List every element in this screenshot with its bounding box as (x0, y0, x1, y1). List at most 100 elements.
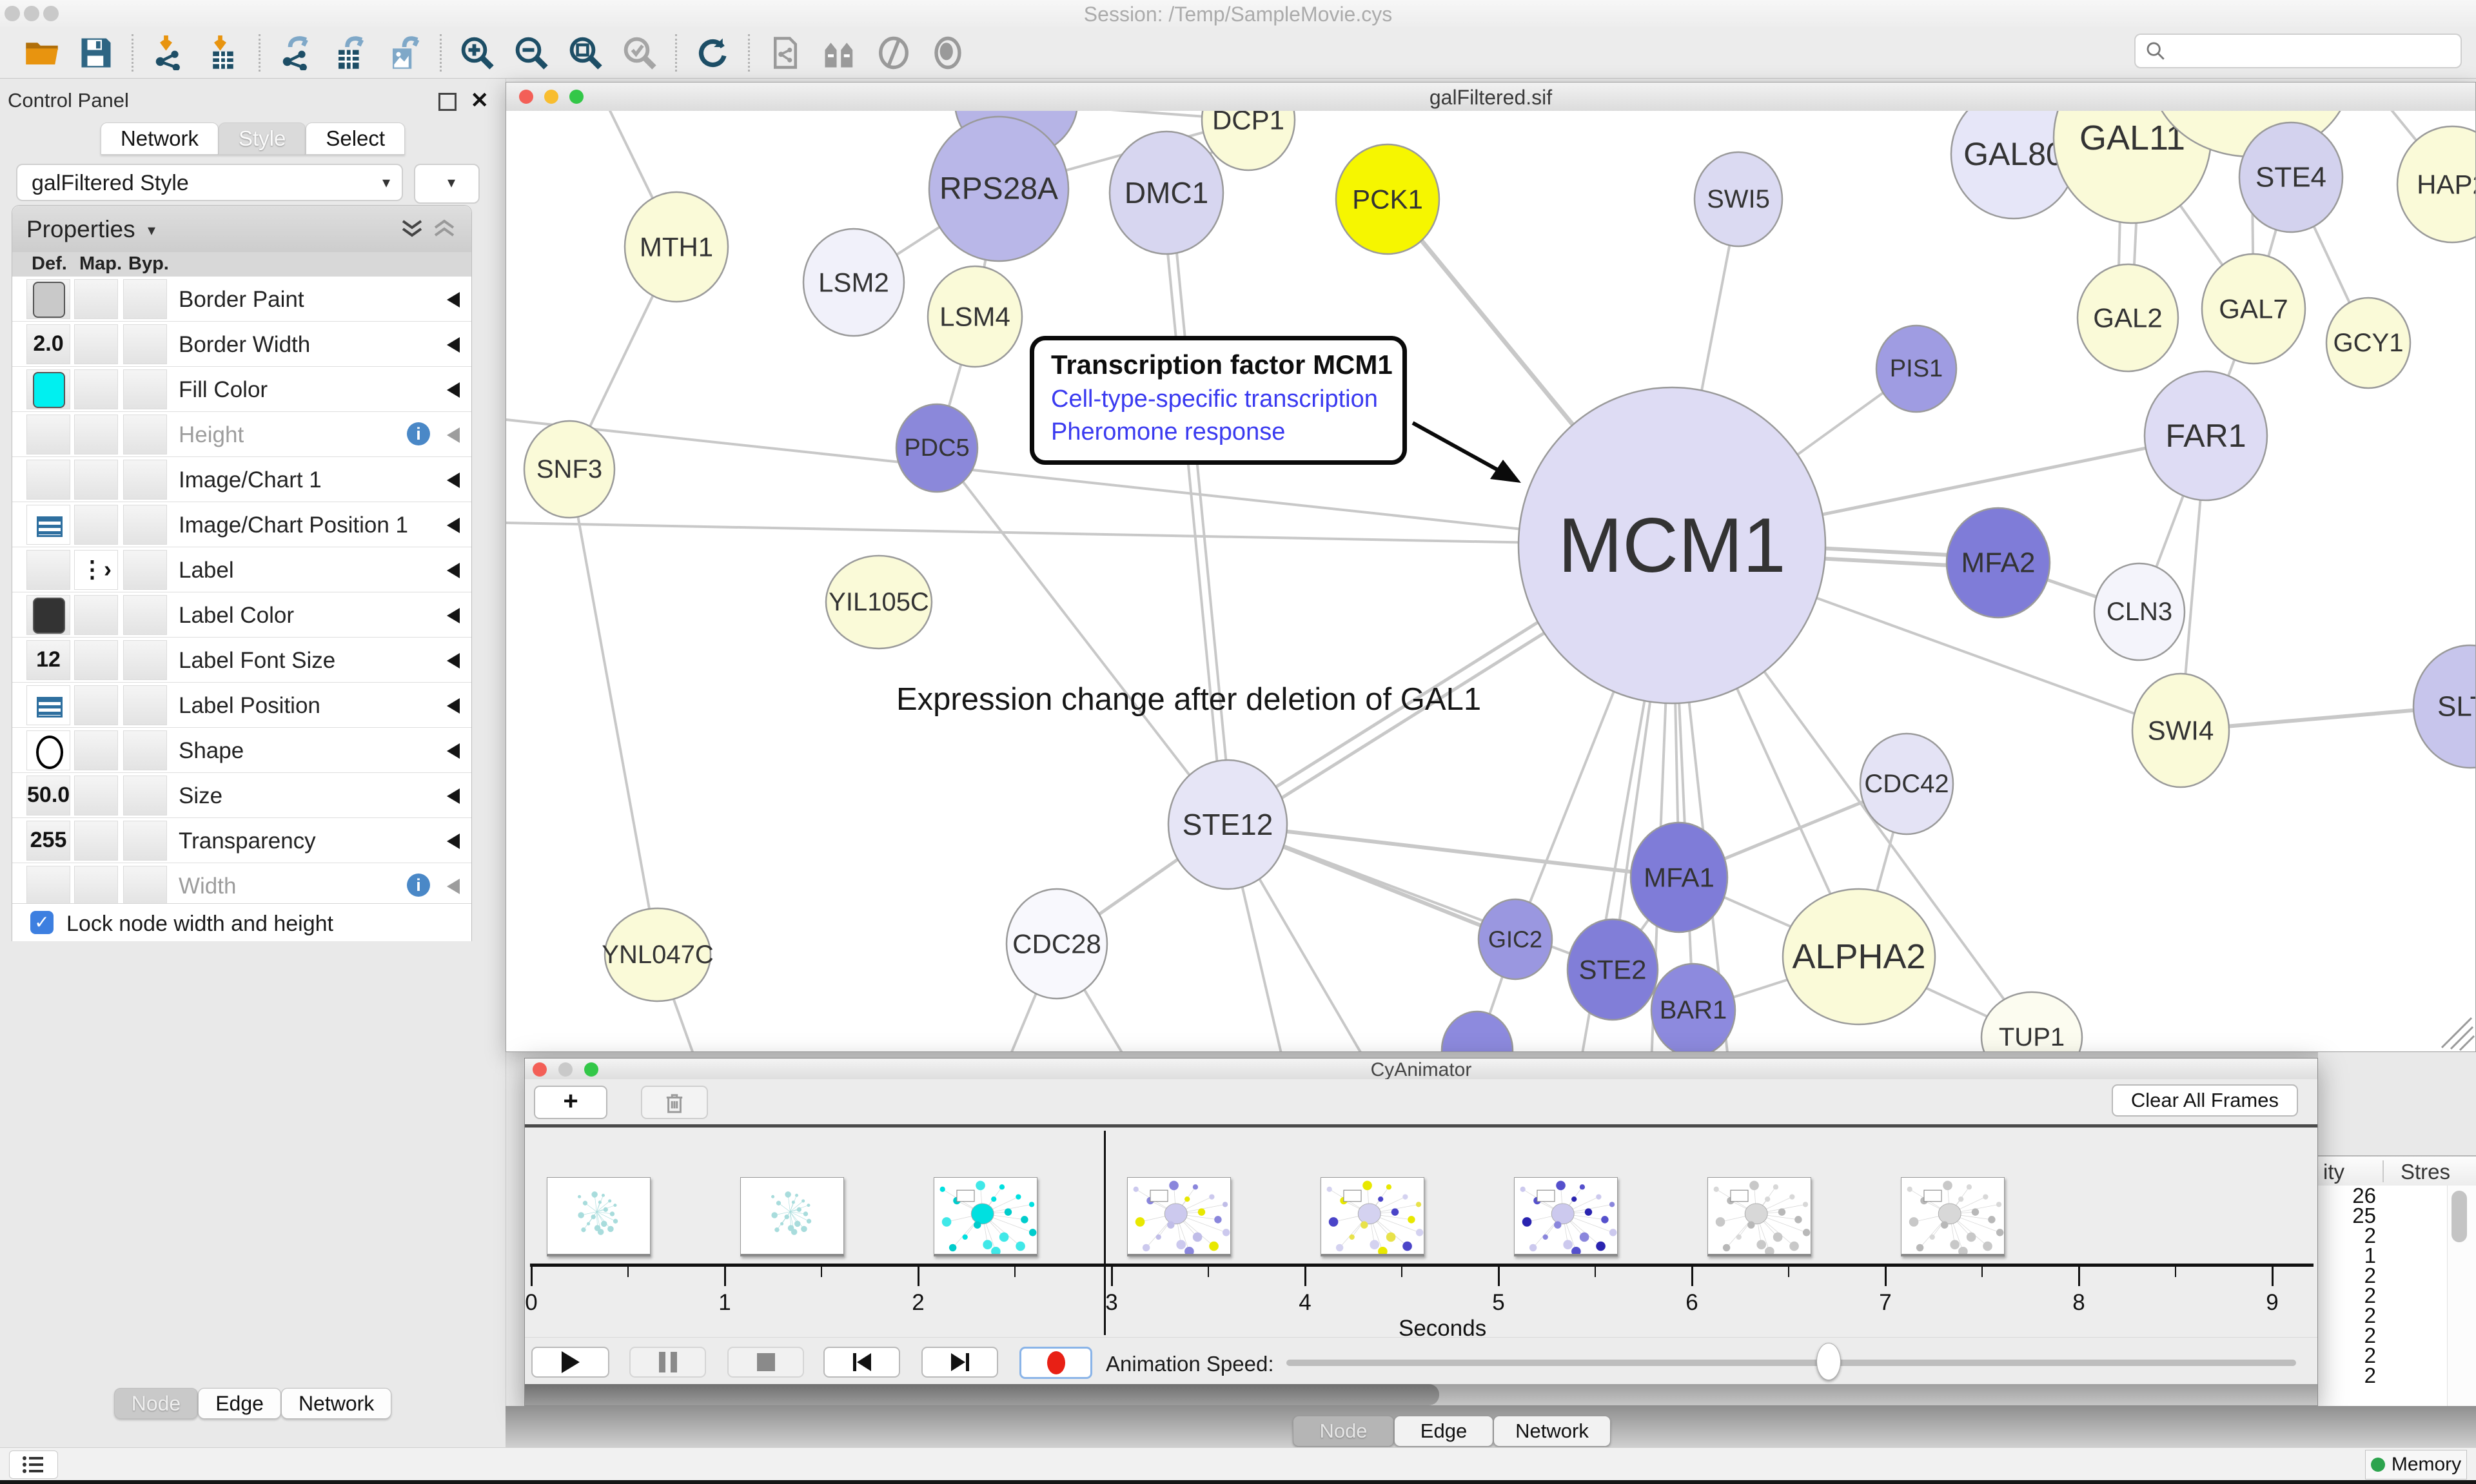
properties-header[interactable]: Properties ▾ (12, 206, 471, 253)
property-map-cell[interactable] (74, 595, 118, 635)
timeline-frame-7[interactable] (1901, 1177, 2005, 1256)
pause-button[interactable] (629, 1347, 706, 1378)
play-button[interactable] (531, 1347, 609, 1378)
table-scrollbar[interactable] (2447, 1186, 2476, 1406)
property-def-cell[interactable] (26, 505, 70, 545)
property-map-cell[interactable] (74, 776, 118, 815)
save-session-icon[interactable] (77, 34, 115, 72)
collapse-all-icon[interactable] (433, 219, 456, 239)
property-def-cell[interactable] (26, 369, 70, 409)
property-map-cell[interactable] (74, 279, 118, 319)
expand-row-icon[interactable] (447, 698, 460, 714)
export-image-icon[interactable] (386, 34, 423, 72)
property-row-size[interactable]: 50.0Size (12, 773, 471, 818)
property-map-cell[interactable] (74, 730, 118, 770)
timeline-frame-2[interactable] (934, 1177, 1037, 1256)
clear-all-frames-button[interactable]: Clear All Frames (2112, 1084, 2298, 1117)
property-def-cell[interactable] (26, 685, 70, 725)
zoom-in-icon[interactable] (458, 34, 496, 72)
table-cell[interactable]: 2 (2318, 1265, 2447, 1285)
table-cell[interactable]: 2 (2318, 1285, 2447, 1305)
cyanimator-titlebar[interactable]: CyAnimator (525, 1059, 2317, 1080)
network-edge[interactable] (937, 448, 1228, 825)
style-target-tab-edge[interactable]: Edge (198, 1388, 281, 1419)
table-cell[interactable]: 25 (2318, 1206, 2447, 1225)
network-edge[interactable] (569, 469, 658, 955)
property-byp-cell[interactable] (123, 369, 167, 409)
node-unlabeled[interactable] (1442, 1011, 1513, 1051)
resize-grip-icon[interactable] (2442, 1018, 2474, 1050)
timeline-frame-5[interactable] (1514, 1177, 1618, 1256)
property-byp-cell[interactable] (123, 460, 167, 500)
table-cell[interactable]: 2 (2318, 1225, 2447, 1245)
add-frame-button[interactable]: + (534, 1086, 607, 1119)
timeline-frame-3[interactable] (1127, 1177, 1231, 1256)
property-row-height[interactable]: Heighti (12, 412, 471, 457)
property-row-border-paint[interactable]: Border Paint (12, 277, 471, 322)
animation-speed-slider[interactable] (1286, 1360, 2296, 1366)
expand-row-icon[interactable] (447, 653, 460, 669)
network-edge[interactable] (1162, 193, 1223, 825)
expand-row-icon[interactable] (447, 788, 460, 804)
show-panel-list-button[interactable] (9, 1450, 58, 1479)
tab-network-table[interactable]: Network Table (1493, 1416, 1611, 1447)
timeline-frame-6[interactable] (1707, 1177, 1811, 1256)
import-table-icon[interactable] (204, 34, 242, 72)
export-table-icon[interactable] (331, 34, 369, 72)
property-def-cell[interactable]: 12 (26, 640, 70, 680)
expand-row-icon[interactable] (447, 292, 460, 308)
property-map-cell[interactable] (74, 821, 118, 861)
network-edge[interactable] (1171, 193, 1232, 825)
property-def-cell[interactable] (26, 730, 70, 770)
table-cell[interactable]: 2 (2318, 1325, 2447, 1345)
property-map-cell[interactable] (74, 369, 118, 409)
property-def-cell[interactable]: 50.0 (26, 776, 70, 815)
property-byp-cell[interactable] (123, 505, 167, 545)
open-session-file-icon[interactable] (767, 34, 804, 72)
record-button[interactable] (1019, 1347, 1092, 1379)
expand-row-icon[interactable] (447, 427, 460, 443)
property-def-cell[interactable] (26, 415, 70, 454)
property-byp-cell[interactable] (123, 730, 167, 770)
property-byp-cell[interactable] (123, 415, 167, 454)
import-network-icon[interactable] (150, 34, 188, 72)
animation-timeline[interactable]: 0123456789 Seconds (525, 1128, 2317, 1337)
property-row-border-width[interactable]: 2.0Border Width (12, 322, 471, 367)
stop-button[interactable] (727, 1347, 804, 1378)
table-column-ity[interactable]: ity (2323, 1160, 2344, 1184)
expand-row-icon[interactable] (447, 518, 460, 533)
property-map-cell[interactable] (74, 505, 118, 545)
close-panel-icon[interactable]: ✕ (471, 88, 489, 113)
property-def-cell[interactable] (26, 460, 70, 500)
first-neighbors-icon[interactable] (821, 34, 858, 72)
tab-node-table[interactable]: Node Table (1293, 1416, 1394, 1447)
style-target-tab-network[interactable]: Network (281, 1388, 391, 1419)
property-def-cell[interactable]: 255 (26, 821, 70, 861)
property-def-cell[interactable] (26, 595, 70, 635)
property-row-label-color[interactable]: Label Color (12, 592, 471, 638)
tab-style[interactable]: Style (219, 122, 306, 155)
property-row-transparency[interactable]: 255Transparency (12, 818, 471, 863)
tab-edge-table[interactable]: Edge Table (1394, 1416, 1493, 1447)
property-row-label[interactable]: ⋮›Label (12, 547, 471, 592)
timeline-frame-1[interactable] (740, 1177, 844, 1256)
table-column-stress[interactable]: Stres (2401, 1160, 2450, 1184)
network-window-titlebar[interactable]: galFiltered.sif (506, 83, 2475, 112)
table-cell[interactable]: 2 (2318, 1365, 2447, 1385)
property-byp-cell[interactable] (123, 640, 167, 680)
property-byp-cell[interactable] (123, 550, 167, 590)
property-row-fill-color[interactable]: Fill Color (12, 367, 471, 412)
tab-select[interactable]: Select (306, 122, 405, 155)
property-def-cell[interactable]: 2.0 (26, 324, 70, 364)
hide-selected-icon[interactable] (875, 34, 912, 72)
timeline-frame-0[interactable] (547, 1177, 651, 1256)
style-target-tab-node[interactable]: Node (114, 1388, 199, 1419)
open-session-icon[interactable] (23, 34, 61, 72)
property-row-label-position[interactable]: Label Position (12, 683, 471, 728)
table-cell[interactable]: 1 (2318, 1245, 2447, 1265)
property-map-cell[interactable] (74, 324, 118, 364)
property-row-image-chart-1[interactable]: Image/Chart 1 (12, 457, 471, 502)
expand-row-icon[interactable] (447, 879, 460, 894)
property-byp-cell[interactable] (123, 324, 167, 364)
expand-row-icon[interactable] (447, 382, 460, 398)
